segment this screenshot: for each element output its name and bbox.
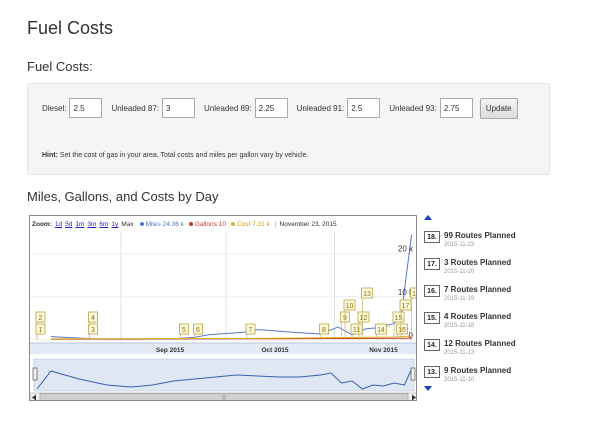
flag-label: 8: [322, 327, 326, 334]
x-axis-band: [30, 343, 416, 354]
flag-label: 7: [249, 327, 253, 334]
flag-label: 16: [398, 327, 406, 334]
hint-body: Set the cost of gas in your area. Total …: [59, 152, 309, 159]
route-list-item[interactable]: 16. 7 Routes Planned 2015-11-19: [424, 272, 584, 302]
route-title: 99 Routes Planned: [444, 231, 516, 240]
unleaded91-label: Unleaded 91:: [296, 103, 345, 113]
route-flag-icon: 14.: [424, 339, 440, 351]
y-tick-label: 0: [409, 331, 414, 340]
route-flag-icon: 17.: [424, 258, 440, 270]
flag-label: 3: [91, 327, 95, 334]
route-list-item[interactable]: 14. 12 Routes Planned 2015-11-13: [424, 326, 584, 356]
series-line-miles: [50, 234, 412, 340]
route-title: 4 Routes Planned: [444, 312, 512, 321]
route-flag-icon: 15.: [424, 312, 440, 324]
stock-chart: Zoom: 1d 5d 1m 3m 6m 1y Max Miles 24.36 …: [29, 215, 417, 401]
route-flag-icon: 16.: [424, 285, 440, 297]
route-title: 7 Routes Planned: [444, 285, 512, 294]
section-title: Fuel Costs:: [27, 59, 93, 74]
y-tick-label: 20 k: [398, 245, 414, 254]
x-tick-label: Sep 2015: [156, 347, 185, 354]
unleaded91-input[interactable]: [347, 98, 381, 118]
route-flag-icon: 13.: [424, 366, 440, 378]
route-title: 9 Routes Planned: [444, 366, 512, 375]
flag-label: 4: [91, 315, 95, 322]
route-list-item[interactable]: 15. 4 Routes Planned 2015-11-18: [424, 299, 584, 329]
chart-title: Miles, Gallons, and Costs by Day: [27, 189, 219, 204]
flag-label: 18: [412, 291, 417, 298]
navigator-right-handle: [410, 367, 416, 381]
hint-label: Hint:: [42, 152, 58, 159]
flag-label: 5: [182, 327, 186, 334]
route-date: 2015-11-10: [444, 377, 475, 383]
page-title: Fuel Costs: [27, 18, 114, 38]
unleaded93-label: Unleaded 93:: [389, 103, 437, 113]
hint-text: Hint: Set the cost of gas in your area. …: [42, 152, 308, 159]
flag-label: 1: [39, 327, 43, 334]
route-title: 3 Routes Planned: [444, 258, 512, 267]
unleaded89-label: Unleaded 89:: [204, 103, 252, 113]
flag-label: 14: [377, 327, 385, 334]
flag-label: 6: [196, 327, 200, 334]
route-sidebar: 18. 99 Routes Planned 2015-11-23 17. 3 Route…: [424, 218, 584, 388]
unleaded93-input[interactable]: [439, 98, 473, 118]
route-flag-icon: 18.: [424, 231, 440, 243]
fuel-price-panel: Diesel: Unleaded 87: Unleaded 89: Unlead…: [27, 83, 550, 175]
unleaded87-input[interactable]: [162, 98, 196, 118]
flag-label: 2: [39, 315, 43, 322]
unleaded87-label: Unleaded 87:: [111, 103, 160, 113]
diesel-label: Diesel:: [42, 103, 67, 113]
flag-label: 12: [360, 315, 368, 322]
flag-label: 17: [402, 303, 410, 310]
navigator-left-handle: [32, 367, 38, 381]
fuel-price-row: Diesel: Unleaded 87: Unleaded 89: Unlead…: [42, 97, 518, 119]
route-title: 12 Routes Planned: [444, 339, 516, 348]
navigator-area: [33, 358, 415, 392]
route-list-item[interactable]: 13. 9 Routes Planned 2015-11-10: [424, 353, 584, 383]
route-list-item[interactable]: 18. 99 Routes Planned 2015-11-23: [424, 218, 584, 248]
unleaded89-input[interactable]: [254, 98, 288, 118]
flag-label: 13: [363, 291, 371, 298]
chart-plot: 010 k20 k214356789101112131415161718Sep …: [30, 232, 417, 400]
flag-label: 10: [346, 303, 354, 310]
x-tick-label: Nov 2015: [369, 347, 398, 354]
diesel-input[interactable]: [69, 98, 103, 118]
update-button[interactable]: Update: [479, 97, 518, 119]
scroll-down-icon[interactable]: [424, 386, 432, 391]
route-list-item[interactable]: 17. 3 Routes Planned 2015-11-20: [424, 245, 584, 275]
x-tick-label: Oct 2015: [261, 347, 288, 354]
scrollbar-thumb: [39, 393, 409, 400]
